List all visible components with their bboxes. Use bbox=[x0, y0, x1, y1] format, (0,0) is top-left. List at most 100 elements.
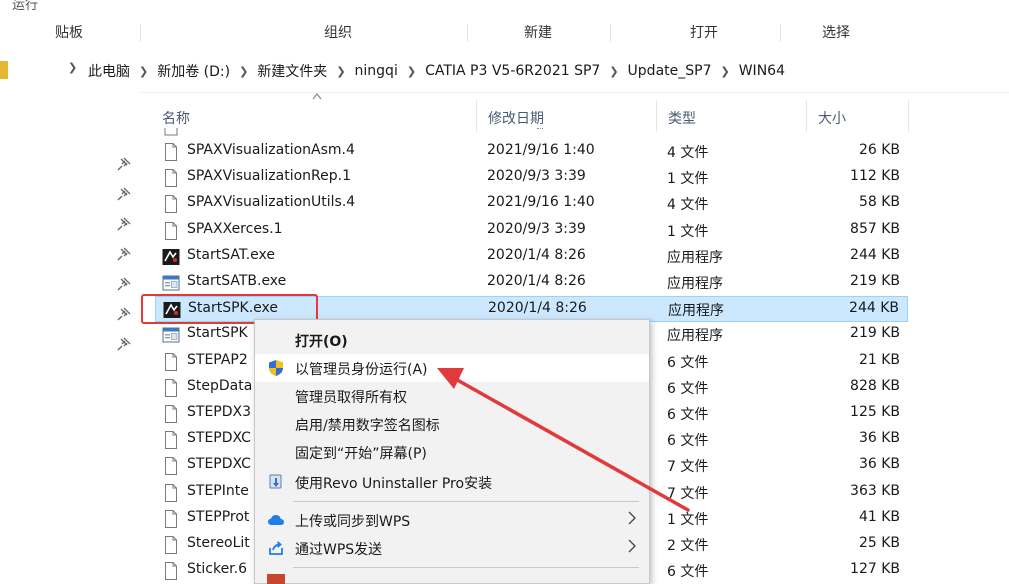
breadcrumb-item[interactable]: 此电脑 bbox=[88, 61, 130, 81]
pin-icon[interactable] bbox=[117, 217, 131, 231]
menu-item-toggle-signature[interactable]: 启用/禁用数字签名图标 bbox=[255, 410, 649, 438]
column-header-size[interactable]: 大小 bbox=[818, 108, 846, 128]
file-date: 2020/9/3 3:39 bbox=[487, 168, 586, 185]
uac-shield-icon bbox=[269, 360, 283, 376]
file-type: 4 文件 bbox=[667, 145, 709, 161]
breadcrumb-item[interactable]: CATIA P3 V5-6R2021 SP7 bbox=[425, 63, 600, 79]
file-row[interactable]: StartSAT.exe 2020/1/4 8:26 应用程序 244 KB bbox=[155, 244, 908, 270]
menu-item-wps-send[interactable]: 通过WPS发送 bbox=[255, 534, 649, 562]
column-header-type[interactable]: 类型 bbox=[668, 108, 696, 128]
file-name: STEPDX3 bbox=[187, 404, 252, 420]
chevron-right-icon[interactable]: ❯ bbox=[721, 65, 730, 78]
file-row[interactable]: SPAXVisualizationAsm.4 2021/9/16 1:40 4 文件… bbox=[155, 139, 908, 165]
file-type: 2 文件 bbox=[667, 538, 709, 554]
file-size: 36 KB bbox=[858, 430, 900, 447]
cloud-icon bbox=[268, 515, 284, 525]
menu-item-revo-install[interactable]: 使用Revo Uninstaller Pro安装 bbox=[255, 468, 649, 496]
file-type: 7 文件 bbox=[667, 459, 709, 476]
file-date: 2020/1/4 8:26 bbox=[487, 273, 586, 289]
pin-icon[interactable] bbox=[117, 247, 131, 261]
file-size: 36 KB bbox=[858, 456, 900, 473]
menu-item-label: 管理员取得所有权 bbox=[295, 390, 407, 406]
ribbon-run-label-cut: 运行 bbox=[12, 0, 39, 13]
breadcrumb-item[interactable]: WIN64 bbox=[739, 63, 785, 79]
file-name: StereoLit bbox=[187, 535, 250, 551]
menu-item-wps-upload[interactable]: 上传或同步到WPS bbox=[255, 506, 649, 534]
file-name: StartSATB.exe bbox=[187, 273, 287, 289]
file-icon bbox=[162, 536, 180, 554]
file-type: 6 文件 bbox=[667, 354, 709, 371]
file-size: 58 KB bbox=[858, 194, 900, 211]
file-size: 244 KB bbox=[850, 246, 900, 263]
menu-item-label: 启用/禁用数字签名图标 bbox=[295, 418, 440, 434]
catia-app-icon bbox=[162, 248, 180, 266]
file-icon bbox=[164, 128, 178, 136]
breadcrumb-item[interactable]: 新加卷 (D:) bbox=[157, 61, 230, 81]
file-size: 219 KB bbox=[850, 325, 900, 342]
pin-icon[interactable] bbox=[117, 277, 131, 291]
file-icon bbox=[162, 143, 180, 161]
column-separator[interactable] bbox=[908, 100, 909, 132]
file-type: 应用程序 bbox=[668, 303, 724, 320]
file-row[interactable]: StartSATB.exe 2020/1/4 8:26 应用程序 219 KB bbox=[155, 270, 908, 296]
sort-ascending-icon bbox=[312, 93, 322, 100]
file-type: 6 文件 bbox=[667, 380, 709, 397]
submenu-arrow-icon bbox=[628, 511, 636, 525]
menu-item-pin-to-start[interactable]: 固定到“开始”屏幕(P) bbox=[255, 438, 649, 466]
file-icon bbox=[162, 378, 180, 397]
column-separator[interactable] bbox=[656, 100, 657, 132]
chevron-right-icon[interactable]: ❯ bbox=[139, 65, 148, 78]
file-type: 应用程序 bbox=[667, 276, 723, 292]
file-name: STEPAP2 bbox=[187, 351, 248, 368]
file-name: SPAXVisualizationRep.1 bbox=[187, 168, 351, 185]
file-type: 6 文件 bbox=[667, 564, 709, 581]
pin-icon[interactable] bbox=[117, 157, 131, 171]
menu-separator bbox=[293, 501, 639, 502]
file-row[interactable]: SPAXVisualizationUtils.4 2021/9/16 1:40 4 … bbox=[155, 191, 908, 217]
file-row[interactable]: SPAXVisualizationRep.1 2020/9/3 3:39 1 文件 1… bbox=[155, 165, 908, 191]
breadcrumb-item[interactable]: Update_SP7 bbox=[628, 63, 712, 79]
pin-icon[interactable] bbox=[117, 307, 131, 321]
file-name: STEPProt bbox=[187, 508, 250, 525]
file-size: 21 KB bbox=[858, 351, 900, 368]
file-size: 112 KB bbox=[850, 168, 900, 185]
chevron-right-icon[interactable]: ❯ bbox=[68, 61, 77, 74]
ribbon-group-new: 新建 bbox=[524, 25, 552, 41]
ribbon-group-open: 打开 bbox=[690, 25, 718, 41]
ribbon-separator bbox=[780, 24, 781, 42]
menu-separator bbox=[293, 567, 639, 568]
ribbon-separator bbox=[610, 24, 611, 42]
column-separator[interactable] bbox=[476, 100, 477, 132]
file-name: STEPInte bbox=[187, 482, 249, 499]
share-icon bbox=[269, 541, 283, 555]
address-bar[interactable]: ❯ 此电脑 ❯ 新加卷 (D:) ❯ 新建文件夹 ❯ ningqi ❯ CATI… bbox=[0, 58, 1009, 84]
menu-item-label: 固定到“开始”屏幕(P) bbox=[295, 446, 427, 462]
chevron-right-icon[interactable]: ❯ bbox=[609, 65, 618, 78]
file-date: 2021/9/16 1:40 bbox=[487, 142, 595, 158]
file-icon bbox=[162, 431, 180, 450]
window-app-icon bbox=[162, 326, 180, 344]
pin-icon[interactable] bbox=[117, 187, 131, 201]
column-header-date[interactable]: 修改日期 bbox=[488, 108, 544, 128]
menu-item-run-as-admin[interactable]: 以管理员身份运行(A) bbox=[255, 354, 649, 382]
menu-item-take-ownership[interactable]: 管理员取得所有权 bbox=[255, 382, 649, 410]
column-header-name[interactable]: 名称 bbox=[162, 108, 190, 128]
file-name: SPAXXerces.1 bbox=[187, 220, 283, 237]
ribbon-separator bbox=[467, 24, 468, 42]
file-row[interactable]: SPAXXerces.1 2020/9/3 3:39 1 文件 857 KB bbox=[155, 218, 908, 244]
breadcrumb-item[interactable]: 新建文件夹 bbox=[257, 61, 327, 81]
column-separator[interactable] bbox=[806, 100, 807, 132]
chevron-right-icon[interactable]: ❯ bbox=[407, 65, 416, 78]
menu-item-label: 打开(O) bbox=[295, 334, 348, 350]
file-name: STEPDXC bbox=[187, 456, 251, 473]
pin-icon[interactable] bbox=[117, 337, 131, 351]
file-size: 219 KB bbox=[850, 273, 900, 289]
breadcrumb-item[interactable]: ningqi bbox=[355, 63, 398, 79]
file-name: StepData bbox=[187, 377, 253, 394]
chevron-right-icon[interactable]: ❯ bbox=[336, 65, 345, 78]
chevron-right-icon[interactable]: ❯ bbox=[239, 65, 248, 78]
file-size: 26 KB bbox=[858, 142, 900, 158]
breadcrumb: 此电脑 ❯ 新加卷 (D:) ❯ 新建文件夹 ❯ ningqi ❯ CATIA … bbox=[88, 61, 785, 81]
menu-item-open[interactable]: 打开(O) bbox=[255, 326, 649, 354]
file-name: Sticker.6 bbox=[187, 561, 248, 578]
